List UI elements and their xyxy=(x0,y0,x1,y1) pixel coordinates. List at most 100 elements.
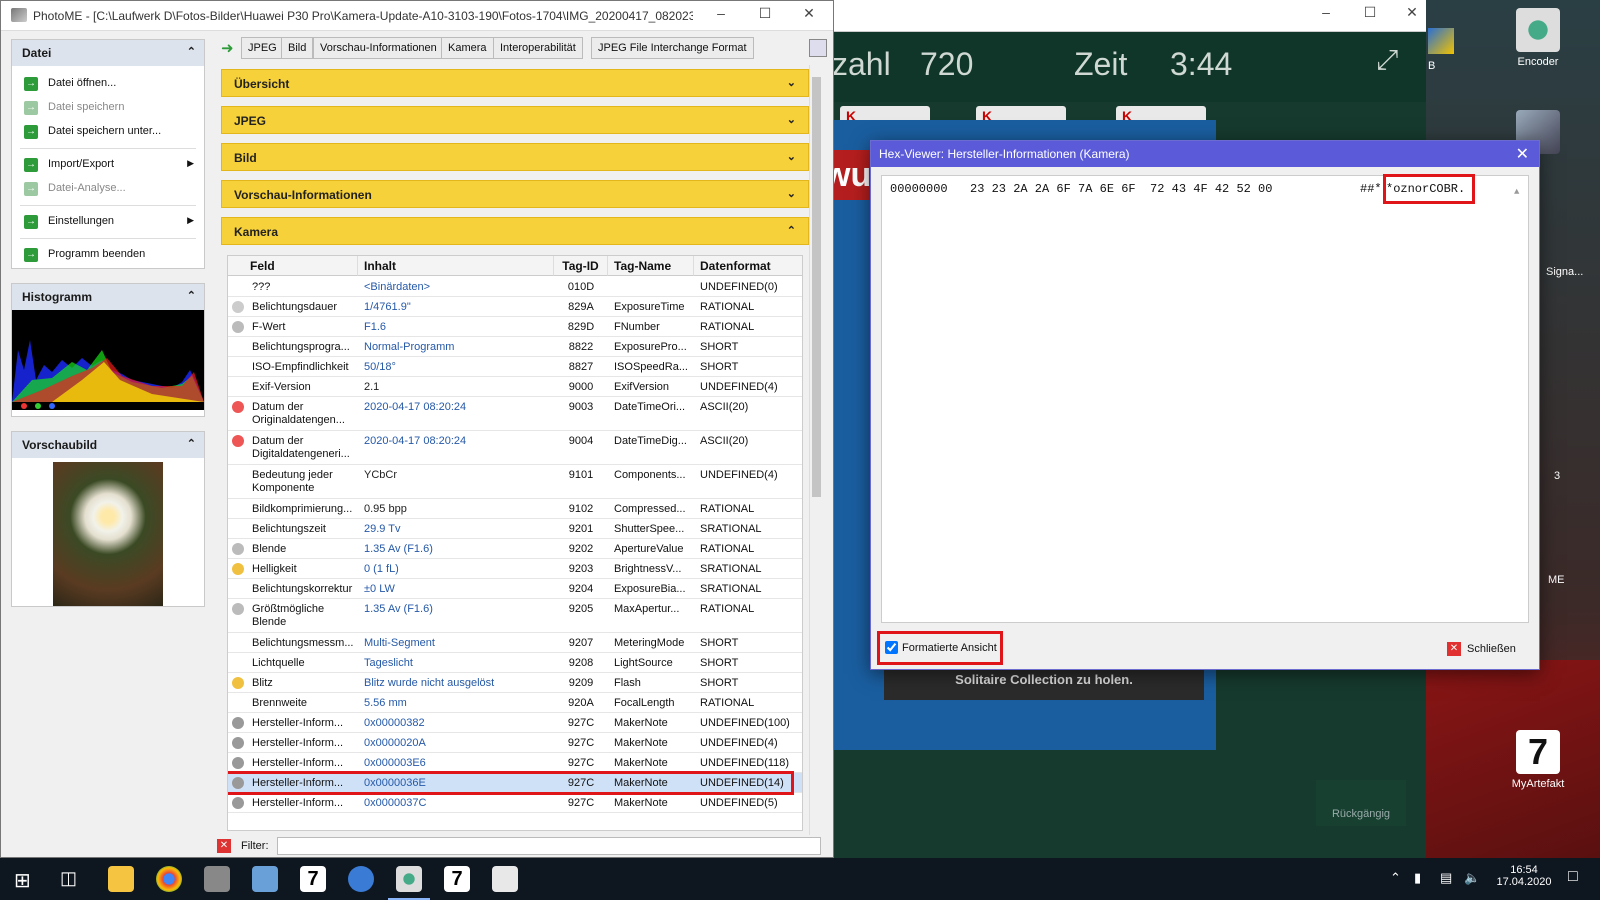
section-jpeg[interactable]: JPEG ⌄ xyxy=(221,106,809,134)
toolbar-button-jpeg[interactable]: JPEG xyxy=(241,37,284,59)
table-row[interactable]: Größtmögliche Blende 1.35 Av (F1.6) 9205 Ma… xyxy=(228,599,802,633)
column-header-tag-name[interactable]: Tag-Name xyxy=(608,256,694,276)
menu-programm-beenden[interactable]: → Programm beenden xyxy=(12,243,204,267)
network-icon[interactable]: ▤ xyxy=(1440,870,1452,886)
media-icon[interactable] xyxy=(348,866,374,892)
section-uebersicht[interactable]: Übersicht ⌄ xyxy=(221,69,809,97)
cell-inhalt[interactable]: Normal-Programm xyxy=(358,341,554,354)
minimize-button[interactable]: – xyxy=(699,5,743,27)
cell-inhalt[interactable]: 0.95 bpp xyxy=(358,503,554,516)
table-row[interactable]: Hersteller-Inform... 0x0000036E 927C MakerN… xyxy=(228,773,802,793)
filter-input[interactable] xyxy=(277,837,821,855)
table-row[interactable]: Brennweite 5.56 mm 920A FocalLength RATIONAL xyxy=(228,693,802,713)
table-row[interactable]: Exif-Version 2.1 9000 ExifVersion UNDEFINED(… xyxy=(228,377,802,397)
toolbar-button-jfif[interactable]: JPEG File Interchange Format xyxy=(591,37,754,59)
solitaire-icon[interactable] xyxy=(492,866,518,892)
table-row[interactable]: Blende 1.35 Av (F1.6) 9202 ApertureValue RAT… xyxy=(228,539,802,559)
tray-chevron-icon[interactable]: ⌃ xyxy=(1390,870,1401,886)
calculator-icon[interactable] xyxy=(204,866,230,892)
desktop-icon-myartefakt[interactable]: 7 MyArtefakt xyxy=(1508,730,1568,790)
toolbar-button-interop[interactable]: Interoperabilität xyxy=(493,37,583,59)
toolbar-button-kamera[interactable]: Kamera xyxy=(441,37,494,59)
desktop-icon-label-3[interactable]: 3 xyxy=(1554,470,1560,482)
volume-icon[interactable]: 🔈 xyxy=(1464,870,1480,886)
table-row[interactable]: Datum der Digitaldatengeneri... 2020-04-1… xyxy=(228,431,802,465)
menu-einstellungen[interactable]: → Einstellungen ▶ xyxy=(12,210,204,234)
cell-inhalt[interactable]: F1.6 xyxy=(358,321,554,334)
cell-inhalt[interactable]: <Binärdaten> xyxy=(358,281,554,294)
scrollbar-thumb[interactable] xyxy=(812,77,821,497)
table-row[interactable]: ??? <Binärdaten> 010D UNDEFINED(0) xyxy=(228,277,802,297)
close-button[interactable]: ✕ xyxy=(787,5,831,27)
section-kamera[interactable]: Kamera ⌃ xyxy=(221,217,809,245)
scroll-up-icon[interactable]: ▲ xyxy=(1514,187,1519,197)
cell-inhalt[interactable]: 2020-04-17 08:20:24 xyxy=(358,435,554,448)
cell-inhalt[interactable]: ±0 LW xyxy=(358,583,554,596)
hex-content-area[interactable]: 00000000 23 23 2A 2A 6F 7A 6E 6F 72 43 4… xyxy=(881,174,1529,623)
hex-scrollbar[interactable]: ▲ xyxy=(1514,184,1526,604)
battery-icon[interactable]: ▮ xyxy=(1414,870,1421,886)
table-row[interactable]: Belichtungsdauer 1/4761.9" 829A ExposureTim… xyxy=(228,297,802,317)
expand-icon[interactable]: ⤢ xyxy=(1376,44,1398,77)
formatted-view-option[interactable]: Formatierte Ansicht xyxy=(885,641,997,654)
collapse-icon[interactable]: ⌃ xyxy=(187,437,196,450)
cell-inhalt[interactable]: 29.9 Tv xyxy=(358,523,554,536)
cell-inhalt[interactable]: Tageslicht xyxy=(358,657,554,670)
section-vorschau-informationen[interactable]: Vorschau-Informationen ⌄ xyxy=(221,180,809,208)
chrome-icon[interactable] xyxy=(156,866,182,892)
cell-inhalt[interactable]: 0x0000036E xyxy=(358,777,554,790)
toolbar-button-vorschau[interactable]: Vorschau-Informationen xyxy=(313,37,444,59)
cell-inhalt[interactable]: 0x000003E6 xyxy=(358,757,554,770)
task-view-icon[interactable]: ◫ xyxy=(60,868,77,889)
table-row[interactable]: Bedeutung jeder Komponente YCbCr 9101 Compo… xyxy=(228,465,802,499)
collapse-icon[interactable]: ⌃ xyxy=(187,289,196,302)
column-header-tag-id[interactable]: Tag-ID xyxy=(554,256,608,276)
cell-inhalt[interactable]: 50/18° xyxy=(358,361,554,374)
table-row[interactable]: Hersteller-Inform... 0x0000037C 927C MakerN… xyxy=(228,793,802,813)
table-row[interactable]: Helligkeit 0 (1 fL) 9203 BrightnessV... SRAT… xyxy=(228,559,802,579)
cell-inhalt[interactable]: 0x00000382 xyxy=(358,717,554,730)
cell-inhalt[interactable]: 0x0000020A xyxy=(358,737,554,750)
table-row[interactable]: Hersteller-Inform... 0x00000382 927C MakerN… xyxy=(228,713,802,733)
app-icon[interactable] xyxy=(252,866,278,892)
cell-inhalt[interactable]: Blitz wurde nicht ausgelöst xyxy=(358,677,554,690)
cell-inhalt[interactable]: 2.1 xyxy=(358,381,554,394)
notification-icon[interactable]: □ xyxy=(1568,868,1578,886)
close-icon[interactable]: ✕ xyxy=(1516,144,1529,164)
photome-icon[interactable] xyxy=(396,866,422,892)
formatted-view-checkbox[interactable] xyxy=(885,641,898,654)
clear-filter-icon[interactable]: ✕ xyxy=(217,839,231,853)
cell-inhalt[interactable]: 5.56 mm xyxy=(358,697,554,710)
desktop-icon-label-b[interactable]: B xyxy=(1428,60,1435,72)
table-row[interactable]: Blitz Blitz wurde nicht ausgelöst 9209 Flas… xyxy=(228,673,802,693)
table-row[interactable]: Datum der Originaldatengen... 2020-04-17 … xyxy=(228,397,802,431)
desktop-icon-encoder[interactable]: Encoder xyxy=(1508,8,1568,68)
table-row[interactable]: Belichtungszeit 29.9 Tv 9201 ShutterSpee...… xyxy=(228,519,802,539)
cell-inhalt[interactable]: 0 (1 fL) xyxy=(358,563,554,576)
column-header-inhalt[interactable]: Inhalt xyxy=(358,256,554,276)
menu-datei-speichern-unter[interactable]: → Datei speichern unter... xyxy=(12,120,204,144)
globe-icon[interactable] xyxy=(809,39,827,57)
undo-button[interactable]: Rückgängig xyxy=(1316,780,1406,826)
menu-datei-oeffnen[interactable]: → Datei öffnen... xyxy=(12,72,204,96)
cell-inhalt[interactable]: 1.35 Av (F1.6) xyxy=(358,603,554,616)
clock[interactable]: 16:54 17.04.2020 xyxy=(1494,864,1554,888)
desktop-icon-label-me[interactable]: ME xyxy=(1548,574,1565,586)
toolbar-button-bild[interactable]: Bild xyxy=(281,37,314,59)
panel-vorschaubild-header[interactable]: Vorschaubild ⌃ xyxy=(12,432,204,458)
section-bild[interactable]: Bild ⌄ xyxy=(221,143,809,171)
cell-inhalt[interactable]: 0x0000037C xyxy=(358,797,554,810)
table-row[interactable]: F-Wert F1.6 829D FNumber RATIONAL xyxy=(228,317,802,337)
panel-histogramm-header[interactable]: Histogramm ⌃ xyxy=(12,284,204,310)
close-button[interactable]: ✕ Schließen xyxy=(1445,639,1529,661)
collapse-icon[interactable]: ⌃ xyxy=(187,45,196,58)
cell-inhalt[interactable]: YCbCr xyxy=(358,469,554,482)
shield-icon[interactable] xyxy=(1428,28,1454,54)
cell-inhalt[interactable]: 1/4761.9" xyxy=(358,301,554,314)
file-explorer-icon[interactable] xyxy=(108,866,134,892)
cell-inhalt[interactable]: 2020-04-17 08:20:24 xyxy=(358,401,554,414)
column-header-datenformat[interactable]: Datenformat xyxy=(694,256,802,276)
table-row[interactable]: Hersteller-Inform... 0x000003E6 927C MakerN… xyxy=(228,753,802,773)
column-header-feld[interactable]: Feld xyxy=(228,256,358,276)
desktop-icon-label-signa[interactable]: Signa... xyxy=(1546,266,1583,278)
